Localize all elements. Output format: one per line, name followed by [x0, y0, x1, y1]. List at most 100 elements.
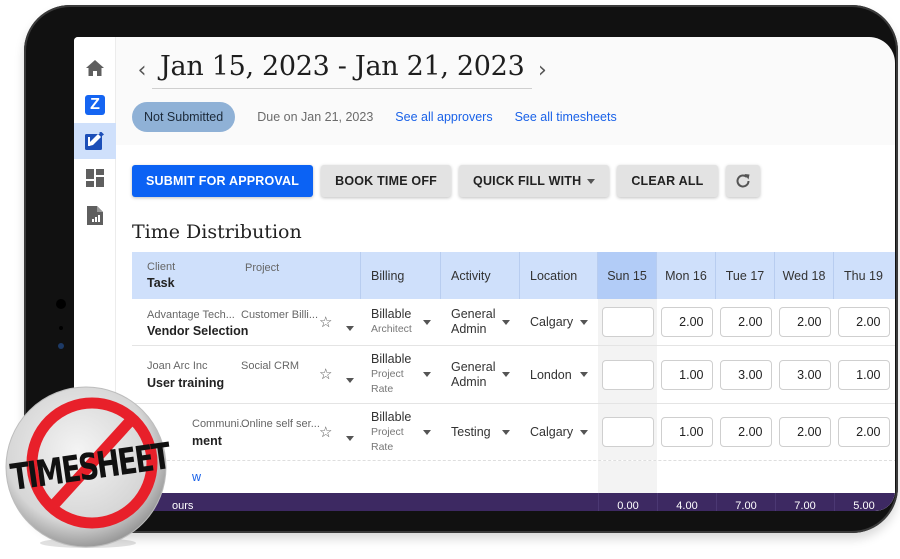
date-navigator: ‹ Jan 15, 2023 - Jan 21, 2023 › — [132, 51, 552, 89]
header-project: Project — [245, 262, 280, 274]
camera-icon — [56, 299, 66, 309]
project-name: Customer Billi... — [241, 309, 319, 321]
favorite-star-icon[interactable]: ☆ — [319, 365, 332, 383]
location-value: Calgary — [530, 425, 574, 439]
chevron-down-icon — [580, 319, 588, 325]
location-value: London — [530, 367, 572, 382]
chevron-down-icon — [502, 429, 510, 435]
total-value: 4.00 — [657, 493, 716, 511]
favorite-star-icon[interactable]: ☆ — [319, 423, 332, 441]
hours-input[interactable] — [719, 359, 772, 390]
header-day: Tue 17 — [716, 252, 775, 299]
billing-dropdown[interactable]: Billable Project Rate — [361, 346, 441, 403]
favorite-star-icon[interactable]: ☆ — [319, 313, 332, 331]
chevron-down-icon — [580, 429, 588, 435]
sidebar-item-reports[interactable] — [74, 197, 116, 233]
billing-rate-line2: Rate — [371, 383, 394, 395]
header-billing: Billing — [361, 252, 441, 299]
quick-fill-label: QUICK FILL WITH — [473, 174, 582, 188]
sidebar-item-home[interactable] — [74, 50, 116, 86]
date-range-title[interactable]: Jan 15, 2023 - Jan 21, 2023 — [152, 51, 533, 89]
clear-all-button[interactable]: CLEAR ALL — [617, 165, 718, 197]
totals-row: ours 0.00 4.00 7.00 7.00 5.00 — [132, 493, 895, 511]
billing-dropdown[interactable]: Billable Architect — [361, 299, 441, 345]
project-name: Online self ser... — [241, 418, 320, 430]
activity-value-line2: Admin — [451, 374, 487, 389]
hours-input[interactable] — [601, 359, 654, 390]
see-all-approvers-link[interactable]: See all approvers — [395, 110, 492, 124]
app-screen: Z ‹ Jan 15, 2023 - Jan 21, 2023 › Not Su… — [74, 37, 895, 511]
hours-input[interactable] — [601, 417, 654, 447]
hours-input[interactable] — [778, 359, 831, 390]
chevron-down-icon — [423, 372, 431, 377]
location-value: Calgary — [530, 315, 574, 329]
refresh-icon — [736, 174, 749, 188]
hours-input[interactable] — [837, 359, 890, 390]
chevron-down-icon — [423, 429, 431, 435]
total-value: 7.00 — [716, 493, 775, 511]
task-name: Vendor Selection — [147, 324, 249, 338]
chevron-down-icon — [580, 372, 588, 377]
activity-dropdown[interactable]: Testing — [441, 404, 520, 460]
task-dropdown-button[interactable] — [346, 372, 354, 386]
hours-input[interactable] — [601, 307, 654, 337]
hours-input[interactable] — [778, 307, 831, 337]
location-dropdown[interactable]: London — [520, 346, 598, 403]
chevron-down-icon — [502, 372, 510, 377]
chevron-down-icon — [346, 436, 354, 441]
sidebar-item-z-app[interactable]: Z — [74, 87, 116, 123]
hours-input[interactable] — [719, 417, 772, 447]
report-icon — [87, 205, 103, 225]
billing-value: Billable — [371, 409, 412, 424]
billing-rate: Project — [371, 368, 404, 380]
header-task: Task — [147, 276, 175, 290]
location-dropdown[interactable]: Calgary — [520, 299, 598, 345]
toolbar: SUBMIT FOR APPROVAL BOOK TIME OFF QUICK … — [132, 165, 760, 197]
billing-rate: Architect — [371, 323, 412, 335]
prohibited-icon: TIMESHEET — [5, 386, 170, 548]
total-value: 0.00 — [598, 493, 657, 511]
activity-dropdown[interactable]: General Admin — [441, 299, 520, 345]
activity-dropdown[interactable]: General Admin — [441, 346, 520, 403]
submit-for-approval-button[interactable]: SUBMIT FOR APPROVAL — [132, 165, 314, 197]
book-time-off-button[interactable]: BOOK TIME OFF — [321, 165, 452, 197]
hours-input[interactable] — [837, 417, 890, 447]
billing-value: Billable — [371, 307, 412, 321]
task-dropdown-button[interactable] — [346, 320, 354, 334]
main-content: ‹ Jan 15, 2023 - Jan 21, 2023 › Not Subm… — [116, 37, 895, 511]
header-activity: Activity — [441, 252, 520, 299]
dashboard-icon — [86, 169, 104, 187]
refresh-button[interactable] — [725, 165, 760, 197]
billing-dropdown[interactable]: Billable Project Rate — [361, 404, 441, 460]
task-dropdown-button[interactable] — [346, 430, 354, 444]
prev-week-button[interactable]: ‹ — [132, 58, 152, 83]
chevron-down-icon — [346, 326, 354, 331]
total-value: 7.00 — [775, 493, 834, 511]
header-day: Thu 19 — [844, 268, 883, 283]
hours-input[interactable] — [660, 359, 713, 390]
chevron-down-icon — [587, 178, 596, 184]
hours-input[interactable] — [719, 307, 772, 337]
activity-value: General — [451, 359, 496, 374]
location-dropdown[interactable]: Calgary — [520, 404, 598, 460]
sidebar-item-timesheet[interactable] — [74, 123, 116, 159]
hours-input[interactable] — [660, 307, 713, 337]
activity-value-line2: Admin — [451, 322, 487, 336]
task-cell[interactable]: Advantage Tech... Customer Billi... Vend… — [132, 299, 361, 345]
home-icon — [86, 60, 104, 76]
chevron-down-icon — [423, 319, 431, 325]
add-new-row-link[interactable]: w — [132, 461, 598, 493]
quick-fill-button[interactable]: QUICK FILL WITH — [459, 165, 610, 197]
sidebar-item-dashboard[interactable] — [74, 160, 116, 196]
header-client: Client — [147, 261, 176, 273]
table-row: Advantage Tech... Customer Billi... Vend… — [132, 299, 895, 346]
hours-input[interactable] — [778, 417, 831, 447]
next-week-button[interactable]: › — [532, 58, 552, 83]
indicator-light-icon — [58, 343, 64, 349]
activity-value: General — [451, 307, 496, 321]
table-row: Communi... Online self ser... ment ☆ Bil… — [132, 404, 895, 461]
hours-input[interactable] — [837, 307, 890, 337]
time-distribution-table: Client Project Task Billing Activity Loc… — [132, 252, 895, 511]
hours-input[interactable] — [660, 417, 713, 447]
see-all-timesheets-link[interactable]: See all timesheets — [515, 110, 617, 124]
